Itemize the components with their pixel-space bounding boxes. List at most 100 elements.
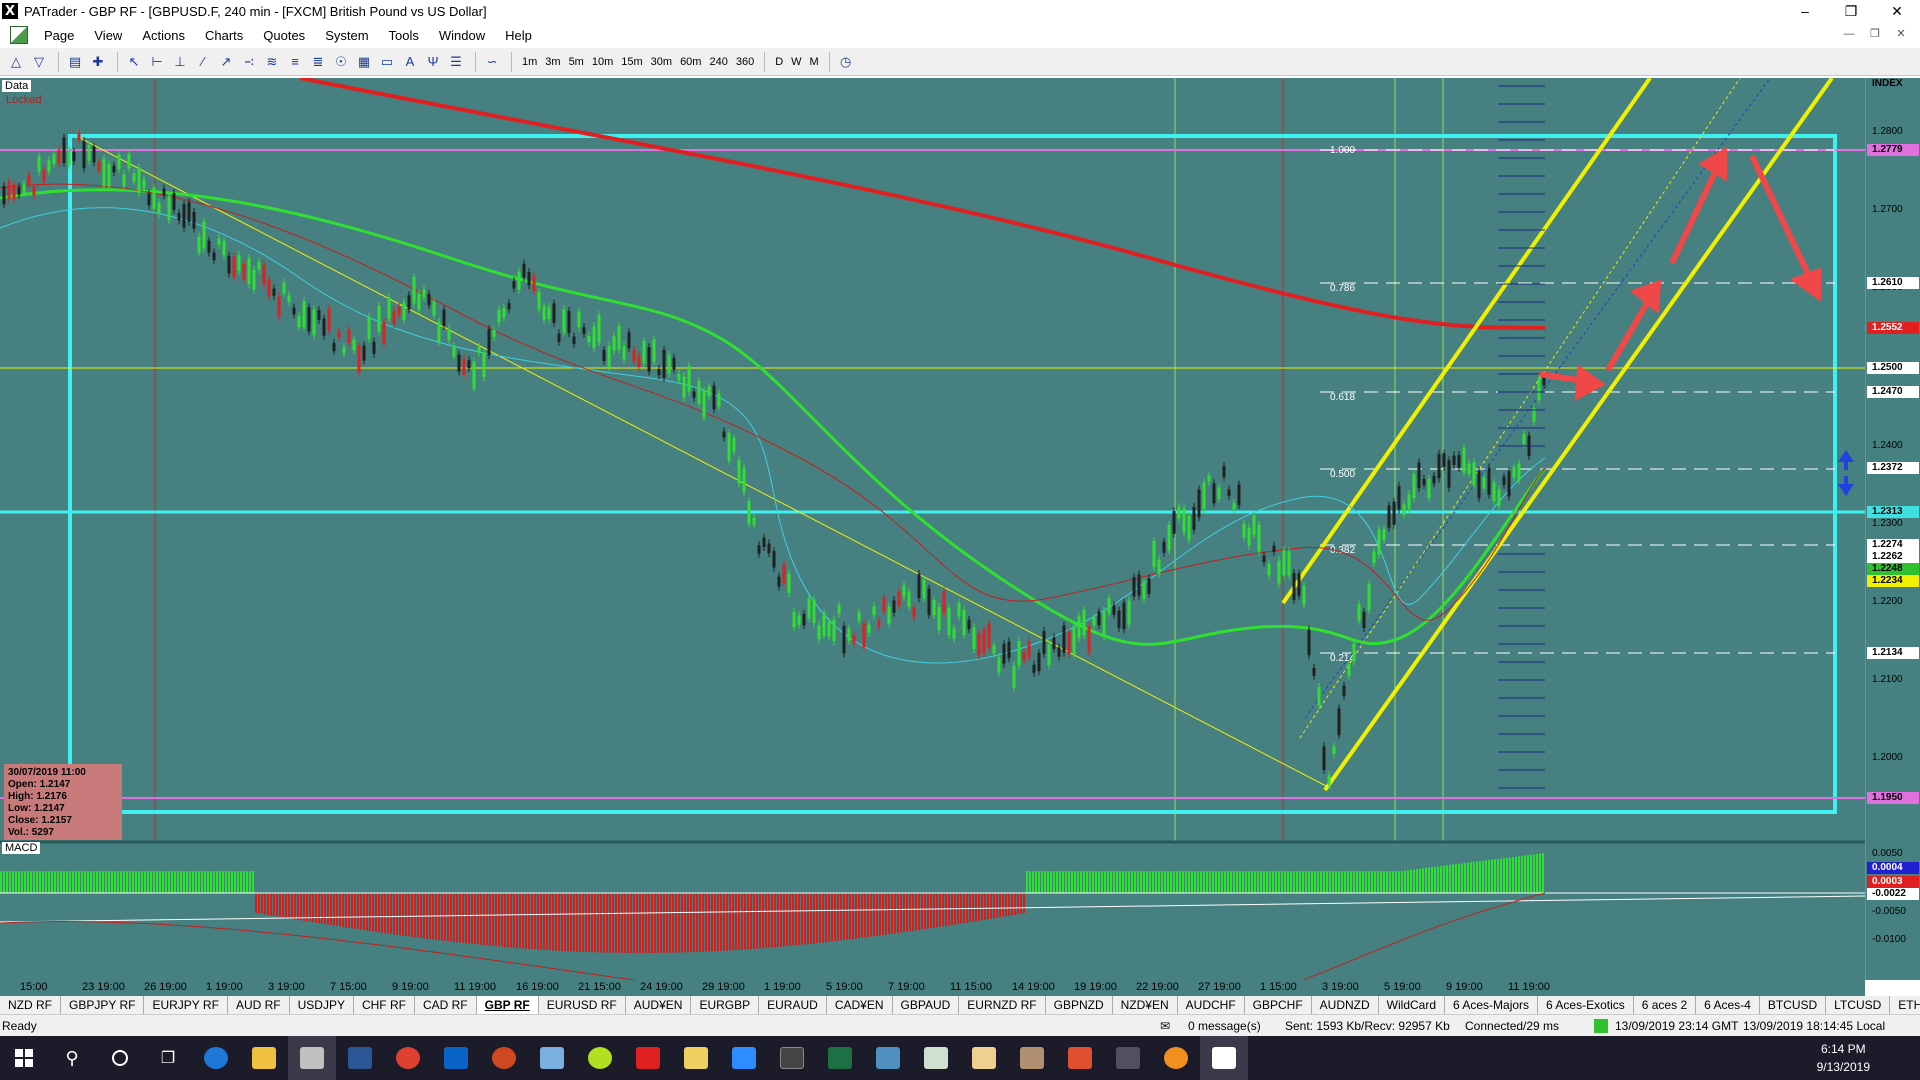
menu-system[interactable]: System: [315, 28, 378, 43]
time-axis[interactable]: 15:00 23 19:00 26 19:00 1 19:00 3 19:00 7 15:…: [0, 980, 1865, 996]
restore-button[interactable]: ❐: [1828, 0, 1874, 22]
edge-icon[interactable]: [192, 1036, 240, 1080]
tab-gbpnzd[interactable]: GBPNZD: [1046, 996, 1113, 1014]
calculator-icon[interactable]: [768, 1036, 816, 1080]
timeframe-240[interactable]: 240: [705, 52, 731, 72]
status-messages[interactable]: 0 message(s): [1188, 1019, 1261, 1033]
tab-audnzd[interactable]: AUDNZD: [1312, 996, 1379, 1014]
zoom-icon[interactable]: [720, 1036, 768, 1080]
app-icon[interactable]: [528, 1036, 576, 1080]
fib-retracement[interactable]: [1320, 149, 1835, 654]
cortana-icon[interactable]: [96, 1036, 144, 1080]
mdi-minimize-button[interactable]: —: [1836, 25, 1862, 43]
fan-icon[interactable]: ☉: [331, 52, 351, 72]
pointer-icon[interactable]: ↖: [124, 52, 144, 72]
mdi-close-button[interactable]: ✕: [1888, 25, 1914, 43]
tab-6-aces-4[interactable]: 6 Aces-4: [1696, 996, 1760, 1014]
cycle-icon[interactable]: ☰: [446, 52, 466, 72]
app-icon[interactable]: [1200, 1036, 1248, 1080]
timeframe-30m[interactable]: 30m: [647, 52, 676, 72]
tab-6-aces-majors[interactable]: 6 Aces-Majors: [1445, 996, 1539, 1014]
link-up-icon[interactable]: △: [6, 52, 26, 72]
timeframe-360[interactable]: 360: [732, 52, 758, 72]
timeframe-10m[interactable]: 10m: [588, 52, 617, 72]
clock-icon[interactable]: ◷: [836, 52, 856, 72]
task-view-icon[interactable]: ❐: [144, 1036, 192, 1080]
timeframe-60m[interactable]: 60m: [676, 52, 705, 72]
app-icon[interactable]: [672, 1036, 720, 1080]
outlook-icon[interactable]: [432, 1036, 480, 1080]
tab-aud-rf[interactable]: AUD RF: [228, 996, 290, 1014]
grid-icon[interactable]: ▦: [354, 52, 374, 72]
patrader-icon[interactable]: [288, 1036, 336, 1080]
tab-usdjpy[interactable]: USDJPY: [290, 996, 354, 1014]
tab-gbpchf[interactable]: GBPCHF: [1245, 996, 1312, 1014]
app-icon[interactable]: [1056, 1036, 1104, 1080]
tab-cad-en[interactable]: CAD¥EN: [827, 996, 893, 1014]
vertical-line-icon[interactable]: ⊥: [170, 52, 190, 72]
menu-quotes[interactable]: Quotes: [253, 28, 315, 43]
timeframe-monthly[interactable]: M: [806, 52, 823, 72]
start-icon[interactable]: [0, 1036, 48, 1080]
tab-ltcusd[interactable]: LTCUSD: [1826, 996, 1891, 1014]
mdi-restore-button[interactable]: ❐: [1862, 25, 1888, 43]
menu-tools[interactable]: Tools: [379, 28, 429, 43]
indicator-icon[interactable]: ∽: [482, 52, 502, 72]
price-chart[interactable]: 1.000 0.786 0.618 0.500 0.382 0.214 Data…: [0, 78, 1920, 980]
tab-eurusd-rf[interactable]: EURUSD RF: [539, 996, 626, 1014]
link-down-icon[interactable]: ▽: [29, 52, 49, 72]
chart-canvas[interactable]: 1.000 0.786 0.618 0.500 0.382 0.214: [0, 78, 1865, 980]
tab-gbpaud[interactable]: GBPAUD: [893, 996, 960, 1014]
tab-eurjpy-rf[interactable]: EURJPY RF: [144, 996, 228, 1014]
powerpoint-icon[interactable]: [480, 1036, 528, 1080]
tab-gbpjpy-rf[interactable]: GBPJPY RF: [61, 996, 145, 1014]
rectangle-icon[interactable]: ▭: [377, 52, 397, 72]
search-icon[interactable]: ⚲: [48, 1036, 96, 1080]
tab-euraud[interactable]: EURAUD: [759, 996, 827, 1014]
word-icon[interactable]: [336, 1036, 384, 1080]
app-icon[interactable]: [912, 1036, 960, 1080]
tab-wildcard[interactable]: WildCard: [1379, 996, 1446, 1014]
ray-icon[interactable]: ↗: [216, 52, 236, 72]
menu-help[interactable]: Help: [495, 28, 542, 43]
taskbar-clock[interactable]: 6:14 PM 9/13/2019: [1817, 1040, 1870, 1076]
timeframe-1m[interactable]: 1m: [518, 52, 541, 72]
tab-chf-rf[interactable]: CHF RF: [354, 996, 415, 1014]
page-icon[interactable]: [10, 26, 28, 44]
file-explorer-icon[interactable]: [240, 1036, 288, 1080]
menu-view[interactable]: View: [84, 28, 132, 43]
app-icon[interactable]: [1104, 1036, 1152, 1080]
tab-gbp-rf[interactable]: GBP RF: [476, 996, 539, 1014]
horizontal-line-icon[interactable]: ⊢: [147, 52, 167, 72]
trend-line-icon[interactable]: ∕: [193, 52, 213, 72]
regression-icon[interactable]: ≋: [262, 52, 282, 72]
app-icon[interactable]: [960, 1036, 1008, 1080]
close-button[interactable]: ✕: [1874, 0, 1920, 22]
timeframe-3m[interactable]: 3m: [541, 52, 564, 72]
minimize-button[interactable]: –: [1782, 0, 1828, 22]
app-icon[interactable]: [1008, 1036, 1056, 1080]
tab-audchf[interactable]: AUDCHF: [1178, 996, 1245, 1014]
menu-page[interactable]: Page: [34, 28, 84, 43]
app-icon[interactable]: [1152, 1036, 1200, 1080]
message-icon[interactable]: ✉: [1160, 1019, 1170, 1033]
tab-nzd-rf[interactable]: NZD RF: [0, 996, 61, 1014]
app-icon[interactable]: [624, 1036, 672, 1080]
timeframe-15m[interactable]: 15m: [617, 52, 646, 72]
timeframe-weekly[interactable]: W: [787, 52, 805, 72]
channel-icon[interactable]: ∹: [239, 52, 259, 72]
menu-window[interactable]: Window: [429, 28, 495, 43]
tab-aud-en[interactable]: AUD¥EN: [626, 996, 692, 1014]
pitchfork-icon[interactable]: Ψ: [423, 52, 443, 72]
ninjatrader-icon[interactable]: [576, 1036, 624, 1080]
chart-type-icon[interactable]: ▤: [65, 52, 85, 72]
tab-eurnzd-rf[interactable]: EURNZD RF: [959, 996, 1046, 1014]
candlestick-series[interactable]: [2, 128, 1546, 789]
tab-cad-rf[interactable]: CAD RF: [415, 996, 477, 1014]
menu-charts[interactable]: Charts: [195, 28, 253, 43]
downtrend-line[interactable]: [79, 137, 1331, 789]
tab-6-aces-2[interactable]: 6 aces 2: [1634, 996, 1697, 1014]
timeframe-5m[interactable]: 5m: [565, 52, 588, 72]
app-icon[interactable]: [864, 1036, 912, 1080]
tab-eurgbp[interactable]: EURGBP: [691, 996, 760, 1014]
